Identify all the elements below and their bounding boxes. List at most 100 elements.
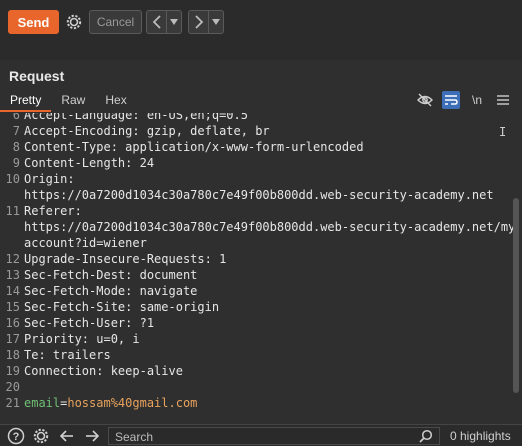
arrow-left-icon bbox=[59, 430, 73, 442]
line-text: Accept-Encoding: gzip, deflate, br bbox=[24, 124, 270, 138]
line-text: Sec-Fetch-Mode: navigate bbox=[24, 284, 198, 298]
line-number: 19 bbox=[5, 364, 20, 378]
line-number: 8 bbox=[12, 140, 20, 154]
search-icon bbox=[419, 429, 433, 443]
request-toolbar: Send Cancel bbox=[0, 0, 522, 44]
search-bar: ? 0 highlights bbox=[0, 424, 522, 446]
code-line: https://0a7200d1034c30a780c7e49f00b800dd… bbox=[0, 187, 522, 203]
line-text: Sec-Fetch-User: ?1 bbox=[24, 316, 155, 330]
code-line: 16 Sec-Fetch-User: ?1 bbox=[0, 315, 522, 331]
cancel-button[interactable]: Cancel bbox=[89, 10, 142, 34]
code-line: account?id=wiener bbox=[0, 235, 522, 251]
panel-menu-button[interactable] bbox=[494, 91, 512, 109]
code-line: 9 Content-Length: 24 bbox=[0, 155, 522, 171]
settings-button[interactable] bbox=[63, 10, 85, 34]
line-number: 9 bbox=[12, 156, 20, 170]
code-line: 11 Referer: bbox=[0, 203, 522, 219]
code-line: 12 Upgrade-Insecure-Requests: 1 bbox=[0, 251, 522, 267]
code-line: 10 Origin: bbox=[0, 171, 522, 187]
word-wrap-icon bbox=[445, 95, 458, 105]
line-text: Priority: u=0, i bbox=[24, 332, 140, 346]
hamburger-menu-icon bbox=[497, 95, 509, 105]
code-line: 19 Connection: keep-alive bbox=[0, 363, 522, 379]
code-line: 7 Accept-Encoding: gzip, deflate, br bbox=[0, 123, 522, 139]
text-cursor-icon: I bbox=[499, 125, 507, 139]
line-number: 18 bbox=[5, 348, 20, 362]
search-input[interactable] bbox=[109, 429, 439, 445]
newline-toggle-button[interactable]: \n bbox=[468, 91, 486, 109]
forward-nav-group bbox=[188, 10, 224, 34]
code-line: 8 Content-Type: application/x-www-form-ur… bbox=[0, 139, 522, 155]
line-text: Sec-Fetch-Dest: document bbox=[24, 268, 198, 282]
line-text: https://0a7200d1034c30a780c7e49f00b800dd… bbox=[24, 220, 516, 234]
eye-off-icon bbox=[417, 93, 433, 107]
body-param-key: email bbox=[24, 396, 61, 410]
forward-history-dropdown[interactable] bbox=[209, 11, 223, 33]
back-nav-group bbox=[146, 10, 182, 34]
hide-nonprintable-button[interactable] bbox=[416, 91, 434, 109]
tab-pretty[interactable]: Pretty bbox=[0, 90, 52, 112]
line-number: 7 bbox=[12, 124, 20, 138]
back-history-dropdown[interactable] bbox=[167, 11, 181, 33]
line-number: 14 bbox=[5, 284, 20, 298]
line-number: 13 bbox=[5, 268, 20, 282]
line-text: https://0a7200d1034c30a780c7e49f00b800dd… bbox=[24, 188, 494, 202]
line-text: Te: trailers bbox=[24, 348, 111, 362]
line-text: Upgrade-Insecure-Requests: 1 bbox=[24, 252, 227, 266]
line-number: 10 bbox=[5, 172, 20, 186]
highlights-count: 0 highlights bbox=[450, 429, 511, 443]
tab-raw[interactable]: Raw bbox=[51, 90, 95, 112]
request-panel: Request Pretty Raw Hex \n 6 Accept-Langu… bbox=[0, 60, 522, 424]
send-button[interactable]: Send bbox=[8, 10, 59, 34]
line-number: 16 bbox=[5, 316, 20, 330]
code-line: https://0a7200d1034c30a780c7e49f00b800dd… bbox=[0, 219, 522, 235]
forward-button[interactable] bbox=[189, 11, 208, 33]
panel-title: Request bbox=[9, 68, 65, 84]
code-line: 21 email=hossam%40gmail.com bbox=[0, 395, 522, 411]
line-text: Sec-Fetch-Site: same-origin bbox=[24, 300, 220, 314]
caret-down-icon bbox=[212, 19, 221, 25]
line-number: 20 bbox=[5, 380, 20, 394]
body-param-value: hossam%40gmail.com bbox=[67, 396, 198, 410]
code-line: 15 Sec-Fetch-Site: same-origin bbox=[0, 299, 522, 315]
search-field bbox=[108, 427, 440, 445]
line-text: Referer: bbox=[24, 204, 82, 218]
line-text: Origin: bbox=[24, 172, 75, 186]
line-text: Content-Length: 24 bbox=[24, 156, 155, 170]
help-button[interactable]: ? bbox=[6, 426, 26, 446]
caret-down-icon bbox=[170, 19, 179, 25]
svg-text:?: ? bbox=[13, 431, 20, 443]
previous-match-button[interactable] bbox=[57, 426, 77, 446]
code-line: 17 Priority: u=0, i bbox=[0, 331, 522, 347]
line-number: 11 bbox=[5, 204, 20, 218]
help-icon: ? bbox=[7, 427, 25, 445]
code-line: 20 bbox=[0, 379, 522, 395]
view-tabs: Pretty Raw Hex bbox=[0, 90, 137, 112]
line-number: 6 bbox=[12, 113, 20, 122]
line-number: 17 bbox=[5, 332, 20, 346]
line-number: 12 bbox=[5, 252, 20, 266]
line-number: 21 bbox=[5, 396, 20, 410]
arrow-right-icon bbox=[86, 430, 100, 442]
line-text: account?id=wiener bbox=[24, 236, 147, 250]
code-line: 18 Te: trailers bbox=[0, 347, 522, 363]
request-editor[interactable]: 6 Accept-Language: en-US,en;q=0.5 7 Accept-… bbox=[0, 113, 522, 424]
tab-hex[interactable]: Hex bbox=[95, 90, 136, 112]
line-text: Content-Type: application/x-www-form-url… bbox=[24, 140, 364, 154]
chevron-right-icon bbox=[195, 15, 203, 29]
next-match-button[interactable] bbox=[82, 426, 102, 446]
code-line: 14 Sec-Fetch-Mode: navigate bbox=[0, 283, 522, 299]
line-text: Connection: keep-alive bbox=[24, 364, 183, 378]
gear-icon bbox=[66, 14, 82, 30]
code-line: 13 Sec-Fetch-Dest: document bbox=[0, 267, 522, 283]
line-text: email=hossam%40gmail.com bbox=[24, 395, 197, 411]
line-text: Accept-Language: en-US,en;q=0.5 bbox=[24, 113, 248, 122]
code-line: 6 Accept-Language: en-US,en;q=0.5 bbox=[0, 113, 522, 123]
editor-scrollbar[interactable] bbox=[513, 198, 519, 393]
back-button[interactable] bbox=[147, 11, 166, 33]
line-number: 15 bbox=[5, 300, 20, 314]
chevron-left-icon bbox=[152, 15, 161, 29]
gear-icon bbox=[33, 428, 49, 444]
word-wrap-button[interactable] bbox=[442, 91, 460, 109]
search-settings-button[interactable] bbox=[31, 426, 51, 446]
